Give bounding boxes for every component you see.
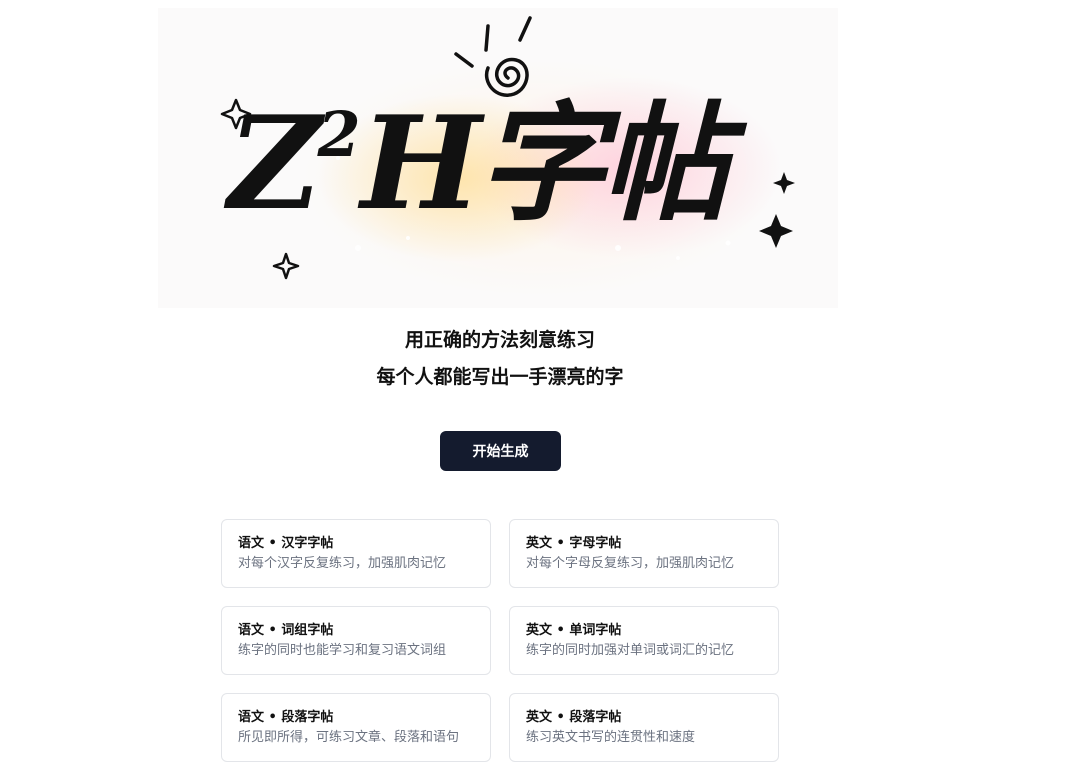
- logo-part-rest: H字帖: [360, 89, 730, 239]
- hero-banner: Z2H字帖: [158, 8, 838, 308]
- card-description: 对每个字母反复练习，加强肌肉记忆: [526, 556, 735, 571]
- card-title: 语文 • 汉字字帖: [238, 536, 334, 551]
- card-chinese-character[interactable]: 语文 • 汉字字帖 对每个汉字反复练习，加强肌肉记忆: [221, 519, 491, 588]
- sparkle-icon: [773, 172, 795, 194]
- card-title: 语文 • 段落字帖: [238, 710, 334, 725]
- card-description: 练字的同时加强对单词或词汇的记忆: [526, 643, 735, 658]
- logo-part-sup: 2: [317, 98, 361, 171]
- card-english-paragraph[interactable]: 英文 • 段落字帖 练习英文书写的连贯性和速度: [509, 693, 779, 762]
- sparkle-icon: [759, 214, 793, 248]
- card-title: 英文 • 字母字帖: [526, 536, 622, 551]
- card-description: 练习英文书写的连贯性和速度: [526, 730, 696, 745]
- spiral-doodle-icon: [454, 16, 532, 97]
- sparkle-icon: [272, 252, 300, 280]
- tagline-line-1: 用正确的方法刻意练习: [404, 329, 595, 351]
- card-description: 对每个汉字反复练习，加强肌肉记忆: [238, 556, 447, 571]
- card-title: 英文 • 单词字帖: [526, 623, 622, 638]
- logo-part-z: Z: [228, 89, 321, 239]
- card-english-word[interactable]: 英文 • 单词字帖 练字的同时加强对单词或词汇的记忆: [509, 606, 779, 675]
- card-chinese-phrase[interactable]: 语文 • 词组字帖 练字的同时也能学习和复习语文词组: [221, 606, 491, 675]
- card-english-letter[interactable]: 英文 • 字母字帖 对每个字母反复练习，加强肌肉记忆: [509, 519, 779, 588]
- tagline-line-2: 每个人都能写出一手漂亮的字: [376, 366, 624, 388]
- card-description: 所见即所得，可练习文章、段落和语句: [238, 730, 460, 745]
- card-description: 练字的同时也能学习和复习语文词组: [238, 643, 447, 658]
- hero-logo: Z2H字帖: [228, 98, 730, 228]
- card-title: 语文 • 词组字帖: [238, 623, 334, 638]
- card-title: 英文 • 段落字帖: [526, 710, 622, 725]
- start-generate-button[interactable]: 开始生成: [440, 431, 561, 471]
- card-chinese-paragraph[interactable]: 语文 • 段落字帖 所见即所得，可练习文章、段落和语句: [221, 693, 491, 762]
